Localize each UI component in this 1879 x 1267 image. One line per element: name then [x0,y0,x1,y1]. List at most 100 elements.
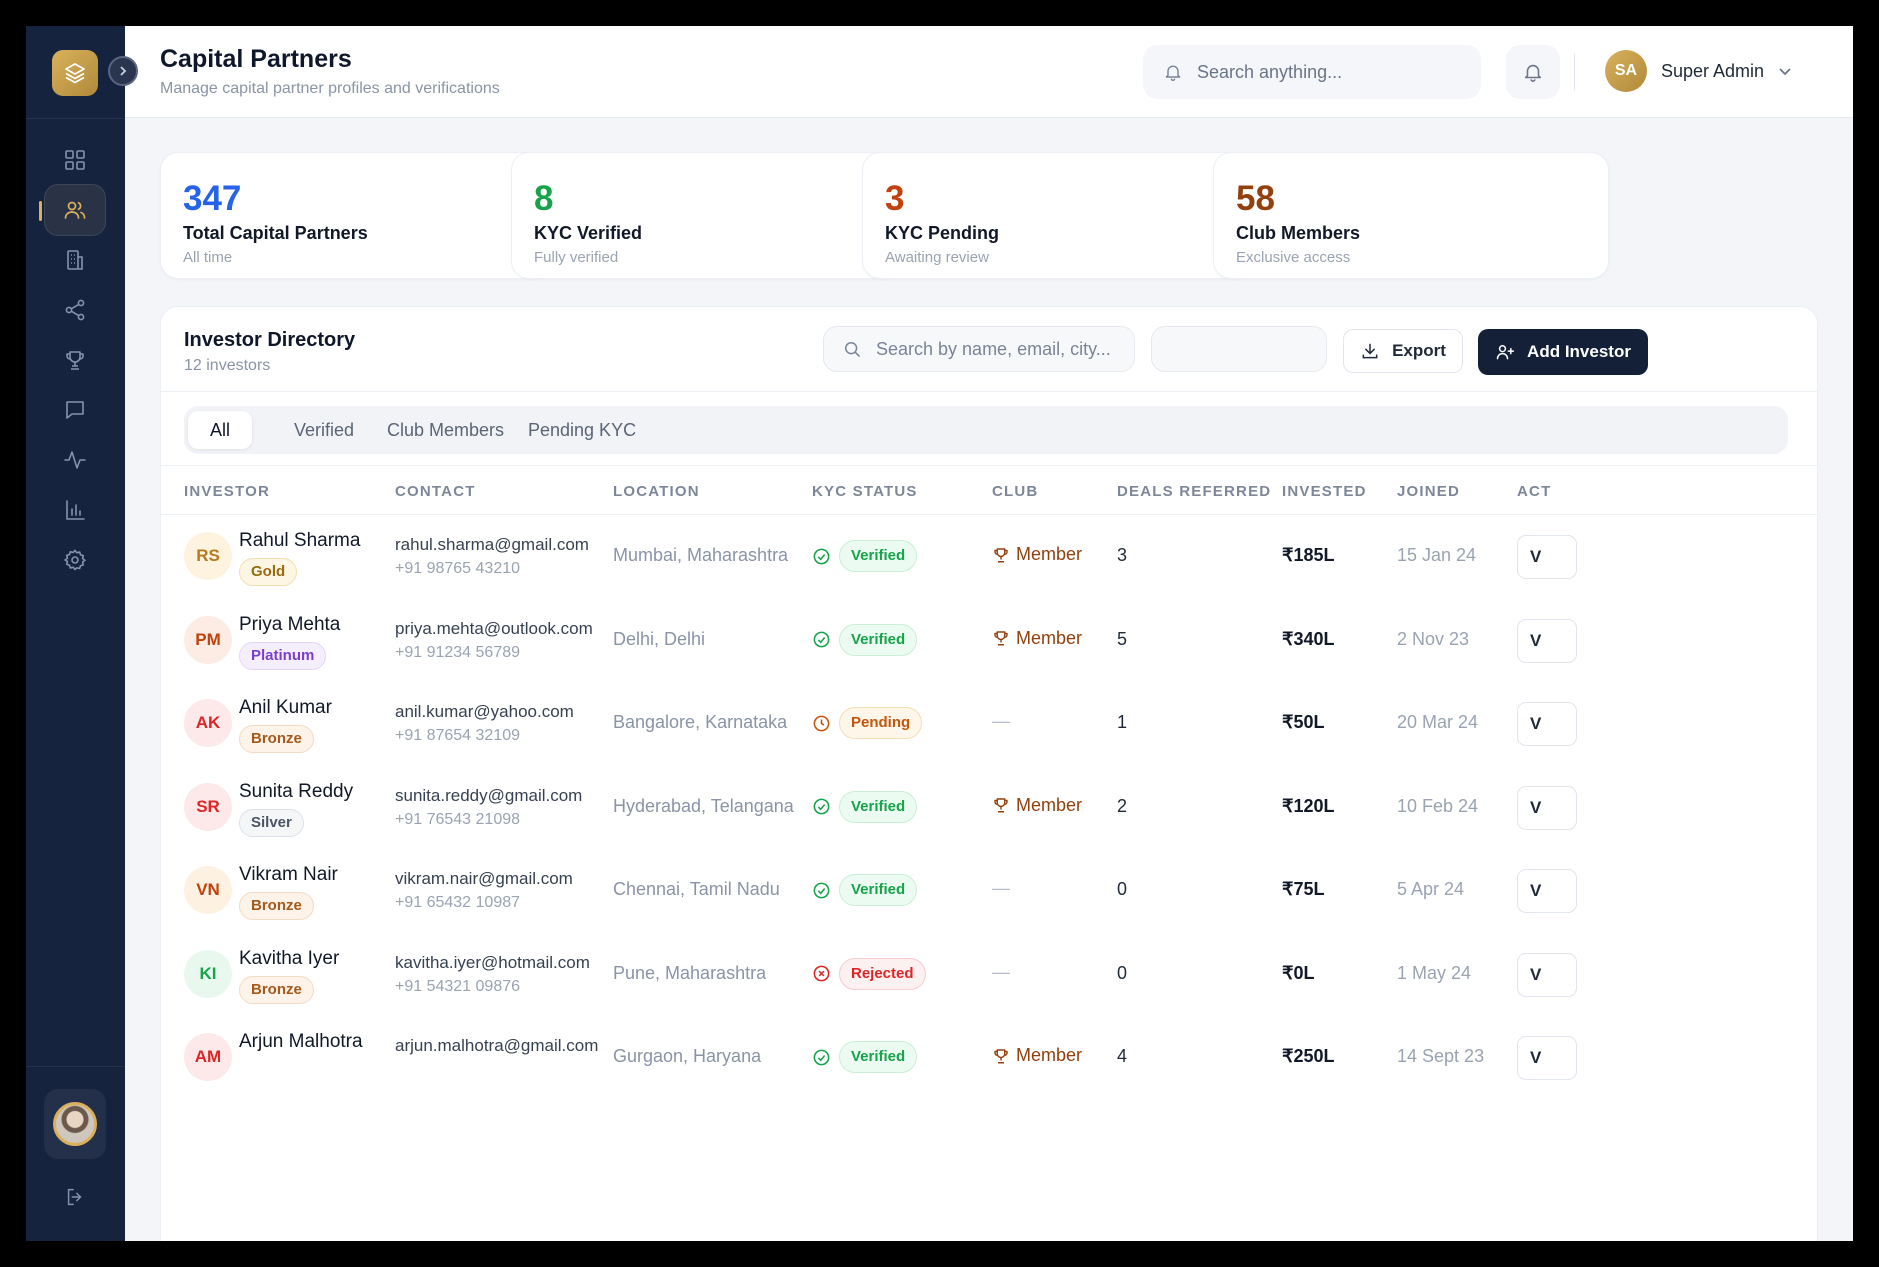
table-row[interactable]: AM Arjun Malhotra arjun.malhotra@gmail.com… [161,1008,1817,1108]
deals-referred: 1 [1117,712,1128,732]
investor-phone: +91 76543 21098 [395,810,521,828]
sidebar-collapse-button[interactable] [108,56,138,86]
stat-card-club-members: 58 Club Members Exclusive access [1213,152,1609,279]
joined-date: 2 Nov 23 [1397,628,1470,649]
page-title: Capital Partners [160,45,352,73]
sidebar-item-capital-partners[interactable] [39,184,106,236]
grid-icon [65,150,85,170]
tier-badge: Bronze [239,975,314,1004]
device-frame: Capital Partners Manage capital partner … [0,0,1879,1267]
view-button[interactable]: V [1517,952,1577,997]
view-button[interactable]: V [1517,702,1577,746]
check-circle-icon [813,798,830,815]
chevron-down-icon [1779,68,1791,76]
tab-all[interactable]: All [188,411,253,449]
investor-name[interactable]: Anil Kumar [239,697,332,719]
deals-referred: 0 [1117,879,1128,899]
sidebar-profile-avatar[interactable] [44,1089,106,1159]
chat-icon [66,401,84,419]
column-header-club[interactable]: CLUB [992,483,1038,500]
investor-avatar: SR [184,782,232,831]
joined-date: 5 Apr 24 [1397,879,1465,899]
tab-verified[interactable]: Verified [272,411,376,449]
page-subtitle: Manage capital partner profiles and veri… [160,80,500,97]
view-button[interactable]: V [1517,785,1577,830]
sidebar-item-messages[interactable] [44,384,106,436]
tier-badge: Bronze [239,892,314,920]
joined-date: 1 May 24 [1397,962,1472,983]
column-header-deals-referred[interactable]: DEALS REFERRED [1117,483,1271,500]
column-header-joined[interactable]: JOINED [1397,483,1460,500]
joined-date: 20 Mar 24 [1397,712,1479,732]
kyc-status-badge: Pending [839,707,923,739]
notifications-button[interactable] [1506,45,1560,99]
column-header-investor[interactable]: INVESTOR [184,483,270,500]
investor-email: sunita.reddy@gmail.com [395,785,583,805]
activity-icon [64,451,86,469]
investor-name[interactable]: Vikram Nair [239,864,338,886]
investor-email: rahul.sharma@gmail.com [395,535,589,554]
kyc-status-badge: Verified [839,540,918,572]
invested-amount: ₹185L [1282,545,1335,565]
sidebar-item-awards[interactable] [44,334,106,386]
stat-value: 347 [183,179,242,218]
sidebar-divider [26,1066,125,1067]
view-button[interactable]: V [1517,869,1577,913]
user-menu[interactable]: SA Super Admin [1605,50,1792,92]
column-header-kyc-status[interactable]: KYC STATUS [812,483,918,500]
investor-name[interactable]: Rahul Sharma [239,530,360,552]
column-header-contact[interactable]: CONTACT [395,483,476,500]
avatar [53,1102,97,1146]
directory-search-input[interactable]: Search by name, email, city... [823,326,1135,372]
sidebar-item-settings[interactable] [44,534,106,586]
stat-sub: Exclusive access [1236,249,1351,266]
investor-location: Bangalore, Karnataka [613,712,788,732]
divider [161,391,1817,392]
export-button[interactable]: Export [1343,329,1463,373]
view-button[interactable]: V [1517,1036,1577,1080]
investor-phone: +91 91234 56789 [395,643,521,661]
investor-location: Mumbai, Maharashtra [613,545,789,565]
kyc-status: Verified [812,874,918,906]
investor-name[interactable]: Sunita Reddy [239,781,353,803]
investor-name[interactable]: Priya Mehta [239,614,340,636]
app-logo[interactable] [52,50,98,96]
deals-referred: 4 [1117,1046,1128,1066]
investor-name[interactable]: Kavitha Iyer [239,948,339,970]
stat-sub: Fully verified [534,249,619,266]
investor-avatar: AK [184,699,232,747]
chevron-right-icon [120,66,127,76]
directory-search-placeholder: Search by name, email, city... [876,338,1111,359]
deals-referred: 5 [1117,628,1128,649]
investor-name[interactable]: Arjun Malhotra [239,1031,363,1053]
stat-label: KYC Verified [534,223,643,243]
add-investor-button[interactable]: Add Investor [1478,329,1648,375]
column-header-invested[interactable]: INVESTED [1282,483,1367,500]
directory-count: 12 investors [184,357,271,374]
check-circle-icon [813,1049,830,1065]
sidebar-item-companies[interactable] [44,234,106,286]
tier-badge: Platinum [239,641,327,670]
download-icon [1362,343,1378,359]
tab-pending-kyc[interactable]: Pending KYC [506,411,658,449]
sidebar-item-reports[interactable] [44,484,106,536]
sidebar-item-activity[interactable] [44,434,106,486]
sidebar-item-network[interactable] [44,284,106,336]
divider [161,465,1817,466]
global-search-input[interactable]: Search anything... [1143,45,1481,99]
sidebar-item-dashboard[interactable] [44,134,106,186]
filter-select[interactable] [1151,326,1327,372]
x-circle-icon [813,965,830,982]
view-button[interactable]: V [1517,535,1577,579]
tab-club-members[interactable]: Club Members [365,411,526,449]
column-header-location[interactable]: LOCATION [613,483,700,500]
trophy-icon [994,631,1008,646]
trophy-icon [994,1048,1008,1063]
stat-card-kyc-pending: 3 KYC Pending Awaiting review [862,152,1258,279]
gear-icon [63,549,87,571]
column-header-actions[interactable]: ACT [1517,483,1551,500]
logout-button[interactable] [44,1171,106,1223]
investor-email: priya.mehta@outlook.com [395,618,593,638]
stat-value: 8 [534,179,554,218]
view-button[interactable]: V [1517,618,1577,663]
